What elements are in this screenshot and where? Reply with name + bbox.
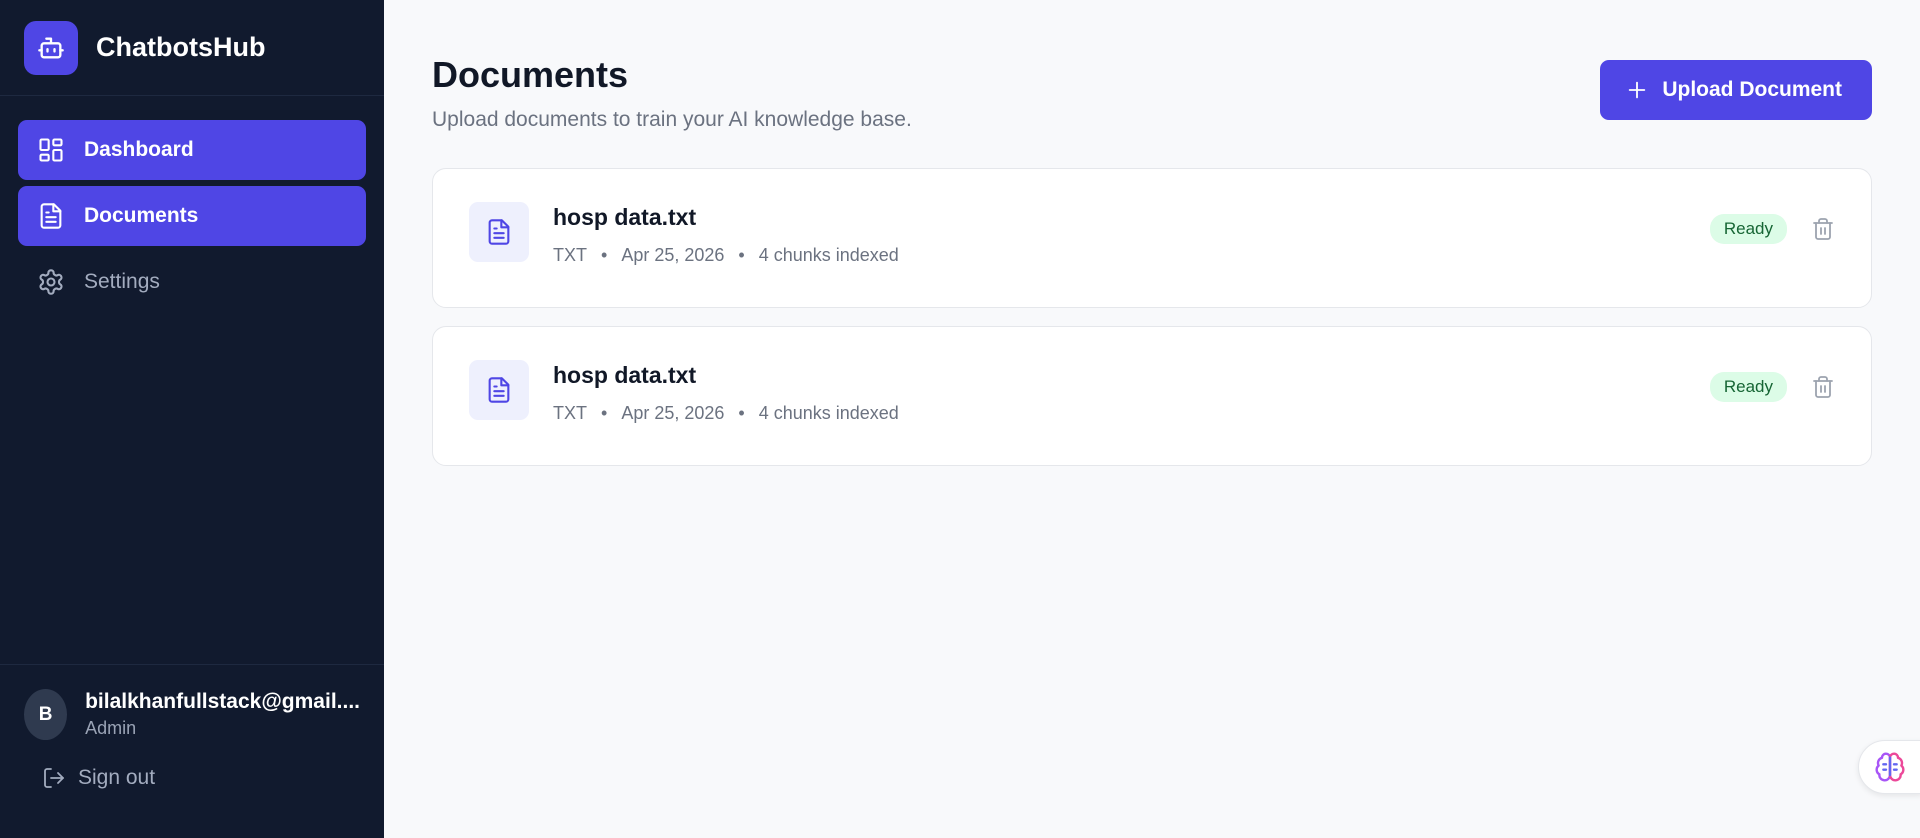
header-text: Documents Upload documents to train your… bbox=[432, 54, 912, 132]
document-info: hosp data.txt TXT • Apr 25, 2026 • 4 chu… bbox=[553, 362, 1710, 424]
trash-icon[interactable] bbox=[1811, 375, 1835, 399]
meta-separator: • bbox=[738, 245, 745, 265]
sidebar: ChatbotsHub Dashboard Documents Settings… bbox=[0, 0, 384, 838]
sign-out-button[interactable]: Sign out bbox=[24, 766, 360, 790]
sidebar-nav: Dashboard Documents Settings bbox=[0, 96, 384, 312]
page-title: Documents bbox=[432, 54, 629, 95]
upload-document-button[interactable]: Upload Document bbox=[1600, 60, 1872, 120]
sidebar-item-documents[interactable]: Documents bbox=[18, 186, 366, 246]
document-meta: TXT • Apr 25, 2026 • 4 chunks indexed bbox=[553, 245, 1710, 266]
brain-icon[interactable] bbox=[1858, 740, 1920, 794]
document-card[interactable]: hosp data.txt TXT • Apr 25, 2026 • 4 chu… bbox=[432, 326, 1872, 466]
avatar: B bbox=[24, 689, 68, 740]
document-card[interactable]: hosp data.txt TXT • Apr 25, 2026 • 4 chu… bbox=[432, 168, 1872, 308]
sidebar-item-label: Documents bbox=[84, 204, 199, 227]
document-meta: TXT • Apr 25, 2026 • 4 chunks indexed bbox=[553, 403, 1710, 424]
main-content: Documents Upload documents to train your… bbox=[384, 0, 1920, 838]
document-name: hosp data.txt bbox=[553, 362, 697, 388]
status-badge: Ready bbox=[1709, 214, 1787, 244]
document-actions: Ready bbox=[1709, 372, 1835, 402]
document-list: hosp data.txt TXT • Apr 25, 2026 • 4 chu… bbox=[432, 168, 1872, 466]
bot-icon bbox=[24, 20, 78, 75]
document-type: TXT bbox=[553, 245, 587, 265]
document-name: hosp data.txt bbox=[553, 204, 697, 230]
user-email: bilalkhanfullstack@gmail.... bbox=[85, 690, 360, 713]
user-role: Admin bbox=[85, 718, 137, 738]
sidebar-item-label: Settings bbox=[84, 270, 160, 293]
meta-separator: • bbox=[738, 403, 745, 423]
document-type: TXT bbox=[553, 403, 587, 423]
gear-icon bbox=[36, 267, 66, 297]
sidebar-item-label: Dashboard bbox=[84, 138, 194, 161]
sign-out-label: Sign out bbox=[78, 766, 156, 789]
meta-separator: • bbox=[601, 245, 608, 265]
brand[interactable]: ChatbotsHub bbox=[0, 0, 384, 96]
page-header: Documents Upload documents to train your… bbox=[432, 0, 1872, 132]
upload-document-label: Upload Document bbox=[1662, 78, 1842, 101]
log-out-icon bbox=[42, 766, 66, 790]
layout-grid-icon bbox=[36, 135, 66, 165]
document-info: hosp data.txt TXT • Apr 25, 2026 • 4 chu… bbox=[553, 204, 1710, 266]
document-date: Apr 25, 2026 bbox=[621, 245, 725, 265]
status-badge: Ready bbox=[1709, 372, 1787, 402]
document-chunks: 4 chunks indexed bbox=[758, 245, 899, 265]
plus-icon bbox=[1626, 79, 1648, 101]
file-text-icon bbox=[469, 202, 529, 262]
document-chunks: 4 chunks indexed bbox=[758, 403, 899, 423]
meta-separator: • bbox=[601, 403, 608, 423]
user-profile[interactable]: B bilalkhanfullstack@gmail.... Admin bbox=[24, 689, 360, 740]
brand-name: ChatbotsHub bbox=[96, 32, 266, 62]
document-actions: Ready bbox=[1709, 214, 1835, 244]
document-date: Apr 25, 2026 bbox=[621, 403, 725, 423]
user-area: B bilalkhanfullstack@gmail.... Admin Sig… bbox=[0, 664, 384, 838]
sidebar-item-settings[interactable]: Settings bbox=[18, 252, 366, 312]
file-text-icon bbox=[469, 360, 529, 420]
sidebar-item-dashboard[interactable]: Dashboard bbox=[18, 120, 366, 180]
trash-icon[interactable] bbox=[1811, 217, 1835, 241]
user-text: bilalkhanfullstack@gmail.... Admin bbox=[85, 690, 360, 739]
page-subtitle: Upload documents to train your AI knowle… bbox=[432, 108, 912, 131]
document-icon bbox=[36, 201, 66, 231]
